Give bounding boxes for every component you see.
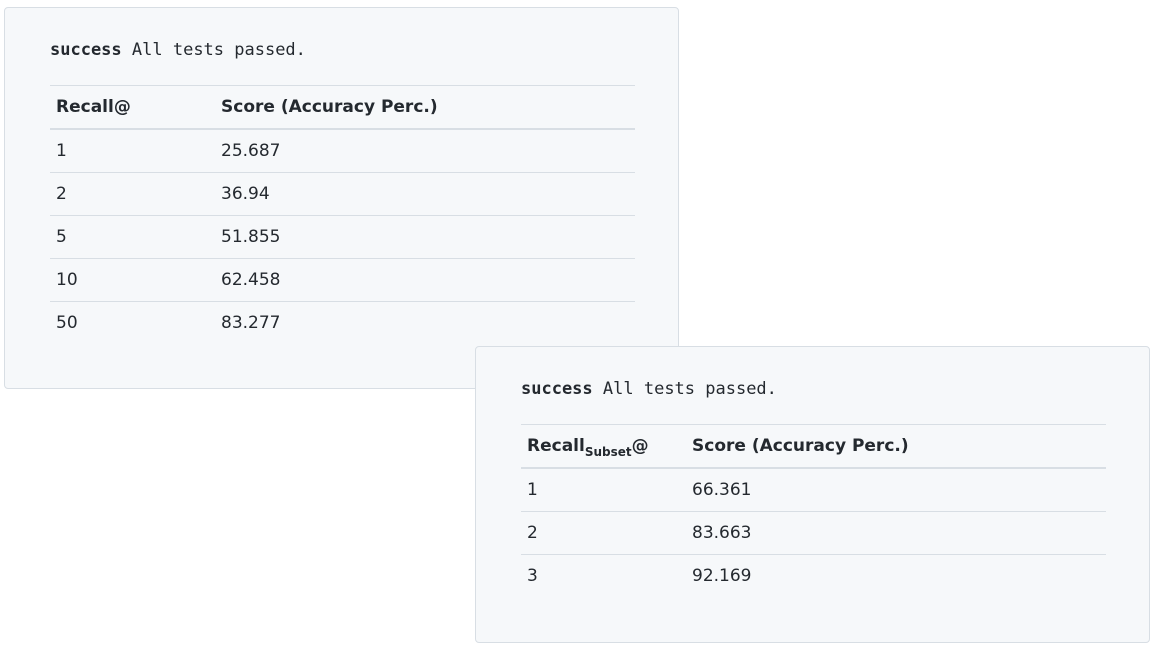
header-recall-base: Recall: [56, 97, 114, 117]
table-row: 3 92.169: [521, 555, 1106, 598]
table-row: 50 83.277: [50, 302, 635, 345]
cell-k: 3: [527, 566, 538, 586]
cell-k: 1: [50, 129, 215, 173]
cell-k: 2: [50, 172, 215, 216]
cell-score: 83.277: [221, 313, 281, 333]
cell-k: 2: [521, 511, 686, 555]
table-header-row: Recall@ Score (Accuracy Perc.): [50, 85, 635, 130]
cell-k: 1: [521, 468, 686, 512]
cell-score: 25.687: [215, 129, 635, 173]
header-recall-suffix: @: [113, 97, 131, 117]
table-row: 10 62.458: [50, 258, 635, 302]
header-recall-suffix: @: [631, 436, 649, 456]
table-header-row: RecallSubset@ Score (Accuracy Perc.): [521, 424, 1106, 469]
result-panel-recall-subset: success All tests passed. RecallSubset@ …: [475, 346, 1150, 643]
status-line: success All tests passed.: [521, 378, 777, 400]
results-table: Recall@ Score (Accuracy Perc.) 1 25.687 …: [50, 85, 635, 344]
header-recall-base: Recall: [527, 436, 585, 456]
table-row: 5 51.855: [50, 215, 635, 259]
table-row: 1 66.361: [521, 468, 1106, 512]
header-recall-subscript: Subset: [584, 445, 632, 459]
header-score: Score (Accuracy Perc.): [215, 85, 635, 130]
results-table: RecallSubset@ Score (Accuracy Perc.) 1 6…: [521, 424, 1106, 597]
cell-score: 51.855: [215, 215, 635, 259]
table-row: 2 83.663: [521, 511, 1106, 555]
status-word: success: [50, 40, 122, 60]
cell-score: 83.663: [686, 511, 1106, 555]
cell-k: 10: [50, 258, 215, 302]
status-message: All tests passed.: [602, 379, 777, 399]
cell-score: 92.169: [692, 566, 752, 586]
status-word: success: [521, 379, 593, 399]
header-recall-subset: RecallSubset@: [521, 424, 686, 469]
table-row: 2 36.94: [50, 172, 635, 216]
cell-score: 62.458: [215, 258, 635, 302]
table-row: 1 25.687: [50, 129, 635, 173]
status-line: success All tests passed.: [50, 39, 306, 61]
cell-score: 66.361: [686, 468, 1106, 512]
status-message: All tests passed.: [131, 40, 306, 60]
header-recall: Recall@: [50, 85, 215, 130]
result-panel-recall: success All tests passed. Recall@ Score …: [4, 7, 679, 389]
cell-k: 5: [50, 215, 215, 259]
header-score: Score (Accuracy Perc.): [686, 424, 1106, 469]
cell-score: 36.94: [215, 172, 635, 216]
cell-k: 50: [56, 313, 78, 333]
